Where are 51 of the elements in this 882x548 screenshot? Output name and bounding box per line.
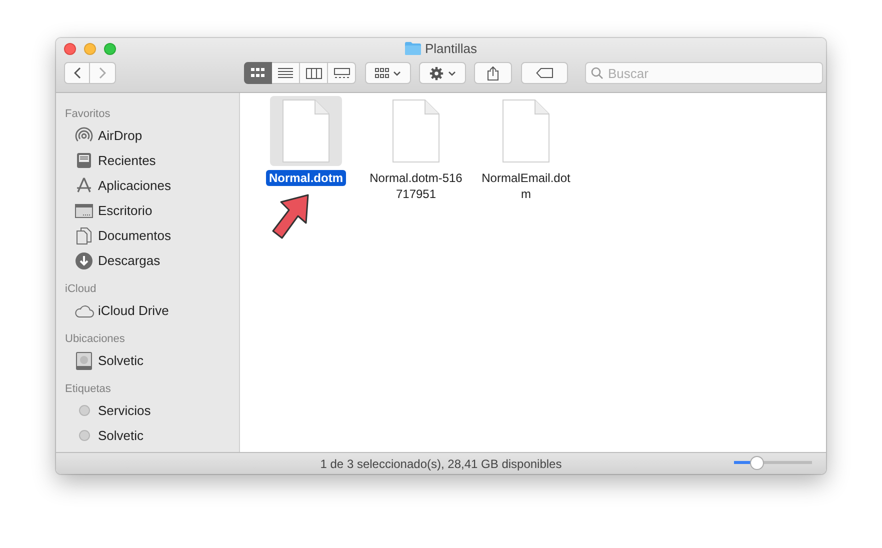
airdrop-icon xyxy=(75,126,93,144)
file-name[interactable]: Normal.dotm-516717951 xyxy=(365,170,467,202)
chevron-left-icon xyxy=(74,67,80,79)
sidebar-item[interactable]: iCloud Drive xyxy=(65,298,169,323)
download-icon xyxy=(75,252,93,270)
list-view-button[interactable] xyxy=(272,62,300,84)
caret-icon xyxy=(393,70,401,76)
grid-icon xyxy=(251,68,265,78)
sidebar-item[interactable]: Recientes xyxy=(65,148,156,173)
group-button[interactable] xyxy=(365,62,411,84)
documents-icon xyxy=(76,226,92,244)
gallery-view-button[interactable] xyxy=(328,62,356,84)
sidebar-item[interactable]: Documentos xyxy=(65,223,171,248)
sidebar-heading: iCloud xyxy=(65,282,98,297)
columns-icon xyxy=(306,68,322,78)
sidebar-item[interactable]: Solvetic xyxy=(65,423,144,448)
gear-icon xyxy=(429,66,444,80)
tag-button[interactable] xyxy=(521,62,568,84)
sidebar-item[interactable]: Servicios xyxy=(65,398,151,423)
file-name[interactable]: NormalEmail.dotm xyxy=(475,170,577,202)
apps-icon xyxy=(75,177,93,194)
sidebar-item[interactable]: Solvetic xyxy=(65,348,144,373)
columns-view-button[interactable] xyxy=(300,62,328,84)
sidebar-item[interactable]: Aplicaciones xyxy=(65,173,171,198)
sidebar-heading: Ubicaciones xyxy=(65,332,126,347)
caret-icon xyxy=(448,70,456,76)
action-button[interactable] xyxy=(419,62,466,84)
tag-icon xyxy=(536,68,554,78)
search-field[interactable]: Buscar xyxy=(585,62,823,84)
sidebar-item[interactable]: Escritorio xyxy=(65,198,152,223)
icons-view-button[interactable] xyxy=(244,62,272,84)
file-name[interactable]: Normal.dotm xyxy=(266,170,346,186)
grid-icon xyxy=(375,68,389,78)
sidebar-item[interactable]: AirDrop xyxy=(65,123,142,148)
sidebar-heading: Etiquetas xyxy=(65,382,112,397)
status-text: 1 de 3 seleccionado(s), 28,41 GB disponibles xyxy=(320,456,562,470)
folder-icon xyxy=(404,42,421,55)
search-icon xyxy=(591,67,603,79)
close-button[interactable] xyxy=(64,43,76,55)
back-button[interactable] xyxy=(64,62,90,84)
share-icon xyxy=(487,66,499,80)
tray-icon xyxy=(76,152,92,169)
share-button[interactable] xyxy=(474,62,512,84)
desktop-icon xyxy=(75,204,93,218)
list-icon xyxy=(278,68,293,78)
chevron-right-icon xyxy=(99,67,106,79)
gallery-icon xyxy=(334,68,350,78)
cloud-icon xyxy=(74,304,94,318)
sidebar-item[interactable]: Descargas xyxy=(65,248,160,273)
window-title: Plantillas xyxy=(424,41,478,56)
sidebar-heading: Favoritos xyxy=(65,107,112,122)
